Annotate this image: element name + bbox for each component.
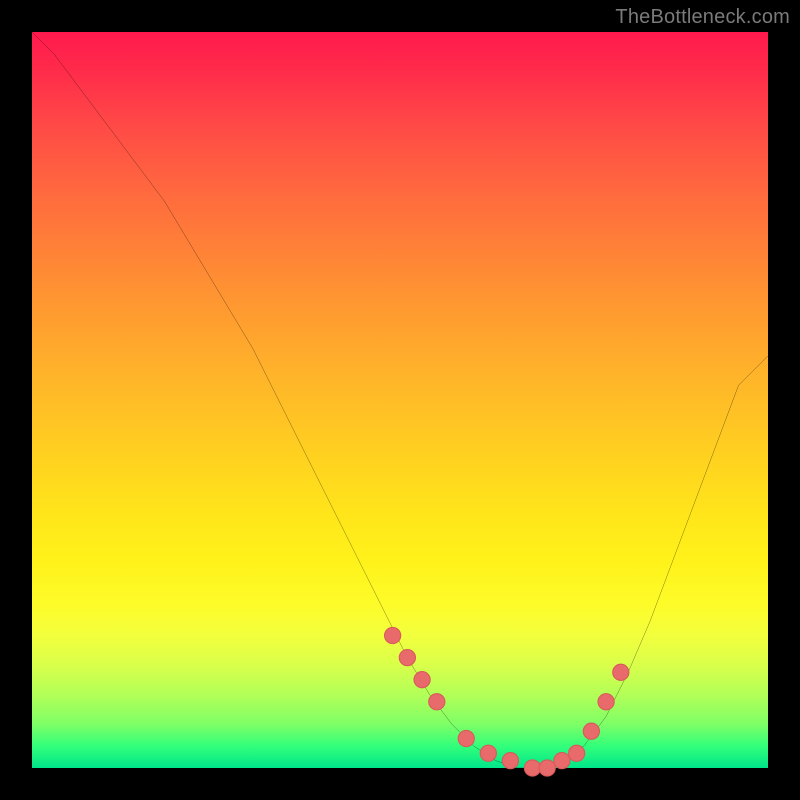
marker-point (598, 694, 614, 710)
marker-point (480, 745, 496, 761)
marker-point (583, 723, 599, 739)
marker-point (554, 753, 570, 769)
chart-overlay (32, 32, 768, 768)
marker-point (414, 672, 430, 688)
markers-group (385, 627, 629, 776)
marker-point (385, 627, 401, 643)
marker-point (539, 760, 555, 776)
marker-point (502, 753, 518, 769)
marker-point (524, 760, 540, 776)
marker-point (429, 694, 445, 710)
watermark-text: TheBottleneck.com (615, 6, 790, 29)
marker-point (613, 664, 629, 680)
chart-frame: TheBottleneck.com (0, 0, 800, 800)
marker-point (458, 730, 474, 746)
marker-point (399, 650, 415, 666)
marker-point (569, 745, 585, 761)
